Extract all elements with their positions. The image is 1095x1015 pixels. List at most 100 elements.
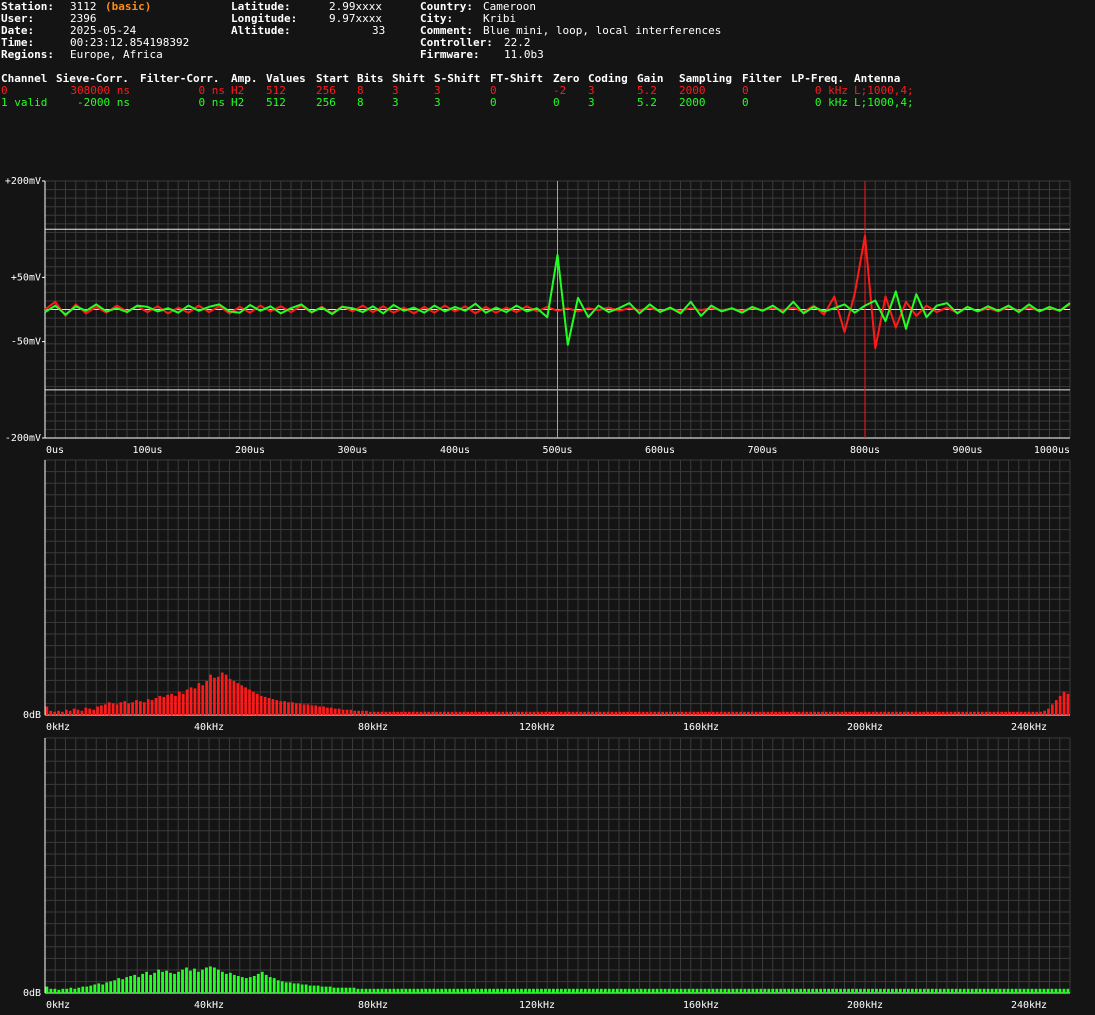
spectrum-channel-0-bar xyxy=(887,711,891,715)
spectrum-channel-1-bar xyxy=(264,974,268,993)
spectrum-channel-0-bar xyxy=(411,711,415,715)
spectrum-channel-0-x-tick-label: 200kHz xyxy=(847,722,883,733)
spectrum-channel-0-bar xyxy=(953,711,957,715)
spectrum-channel-1-bar xyxy=(575,988,579,994)
spectrum-channel-0-bar xyxy=(669,711,672,715)
spectrum-channel-0-bar xyxy=(1004,711,1007,715)
spectrum-channel-1-bar xyxy=(336,987,340,993)
spectrum-channel-0-bar xyxy=(899,711,902,715)
spectrum-channel-0-bar xyxy=(727,711,731,715)
spectrum-channel-0-bar xyxy=(57,710,60,716)
spectrum-channel-1-bar xyxy=(619,988,623,994)
spectrum-channel-1-bar xyxy=(508,988,511,994)
spectrum-channel-0-bar xyxy=(228,678,232,715)
spectrum-channel-1-bar xyxy=(193,968,196,993)
spectrum-channel-0-bar xyxy=(267,698,271,715)
spectrum-channel-0-x-tick-label: 0kHz xyxy=(46,722,70,733)
spectrum-channel-0-bar xyxy=(146,699,150,715)
spectrum-channel-0-bar xyxy=(789,711,793,715)
spectrum-channel-1-bar xyxy=(715,988,719,994)
spectrum-channel-0-bar xyxy=(649,711,653,715)
spectrum-channel-1-bar xyxy=(324,986,328,993)
spectrum-channel-1-bar xyxy=(65,988,69,994)
spectrum-channel-0-bar xyxy=(618,711,622,715)
spectrum-channel-0-bar xyxy=(103,704,107,715)
spectrum-channel-0-bar xyxy=(131,702,134,716)
spectrum-channel-1-bar xyxy=(89,985,93,993)
spectrum-channel-1-bar xyxy=(232,974,236,993)
spectrum-channel-1-bar xyxy=(308,985,312,993)
spectrum-channel-0-bar xyxy=(680,711,684,715)
spectrum-channel-0-bar xyxy=(201,685,205,716)
spectrum-channel-0-bar xyxy=(1012,711,1015,715)
spectrum-channel-0-bar xyxy=(782,711,785,715)
spectrum-channel-1-bar xyxy=(1002,988,1006,994)
spectrum-channel-1-bar xyxy=(711,988,715,994)
spectrum-channel-0-bar xyxy=(1031,711,1035,715)
spectrum-channel-0-bar xyxy=(509,711,512,715)
spectrum-channel-1-bar xyxy=(340,987,344,993)
spectrum-channel-1-bar xyxy=(922,988,926,994)
spectrum-channel-0-bar xyxy=(645,711,649,715)
spectrum-channel-0-bar xyxy=(337,708,341,715)
spectrum-channel-1-bar xyxy=(659,988,663,994)
spectrum-channel-1-y-label: 0dB xyxy=(23,988,41,999)
spectrum-channel-1-bar xyxy=(611,988,615,994)
spectrum-channel-0-bar xyxy=(610,711,614,715)
spectrum-channel-1-bar xyxy=(835,988,838,994)
spectrum-channel-1-bar xyxy=(767,988,771,994)
spectrum-channel-1-bar xyxy=(380,988,384,994)
spectrum-channel-1-bar xyxy=(276,980,280,994)
spectrum-channel-0-bar xyxy=(1043,710,1046,716)
spectrum-channel-0-bar xyxy=(1047,708,1050,715)
spectrum-channel-1-bar xyxy=(871,988,874,994)
spectrum-channel-1-bar xyxy=(109,981,113,993)
spectrum-channel-1-bar xyxy=(288,982,292,993)
spectrum-channel-1-bar xyxy=(248,977,252,993)
spectrum-channel-0-bar xyxy=(255,693,259,716)
spectrum-channel-0-bar xyxy=(150,700,154,715)
spectrum-channel-0-bar xyxy=(96,706,99,715)
spectrum-channel-0-x-tick-label: 160kHz xyxy=(683,722,719,733)
spectrum-channel-0-bar xyxy=(696,711,700,715)
spectrum-channel-1-bar xyxy=(320,986,324,993)
spectrum-channel-0-bar xyxy=(349,709,353,715)
spectrum-channel-1-bar xyxy=(77,987,81,993)
spectrum-channel-0-bar xyxy=(279,701,283,715)
spectrum-channel-0-bar xyxy=(244,687,247,715)
spectrum-channel-1-bar xyxy=(1022,988,1026,994)
y-tick-label: -50mV xyxy=(11,337,41,348)
spectrum-channel-0-bar xyxy=(178,691,181,715)
spectrum-channel-1-bar xyxy=(169,972,172,993)
spectrum-channel-0-bar xyxy=(76,709,80,715)
spectrum-channel-1-bar xyxy=(675,988,679,994)
spectrum-channel-1-bar xyxy=(344,987,348,993)
spectrum-channel-1-bar xyxy=(181,969,184,993)
spectrum-channel-1-bar xyxy=(679,988,683,994)
spectrum-channel-1-bar xyxy=(1046,988,1050,994)
spectrum-channel-1-bar xyxy=(472,988,476,994)
spectrum-channel-0-bar xyxy=(92,709,95,715)
spectrum-channel-1-bar xyxy=(213,967,216,993)
spectrum-channel-1-bar xyxy=(404,988,408,994)
spectrum-channel-0-bar xyxy=(770,711,774,715)
spectrum-channel-0-bar xyxy=(314,705,318,715)
x-tick-label: 900us xyxy=(952,445,982,456)
spectrum-channel-1-bar xyxy=(751,988,755,994)
spectrum-channel-1-bar xyxy=(53,988,57,994)
spectrum-channel-1-bar xyxy=(930,988,934,994)
spectrum-channel-1-bar xyxy=(607,988,611,994)
spectrum-channel-1-bar xyxy=(827,988,830,994)
spectrum-channel-1-bar xyxy=(224,973,228,993)
spectrum-channel-1-bar xyxy=(847,988,850,994)
spectrum-channel-1-bar xyxy=(149,974,152,993)
spectrum-channel-1-bar xyxy=(220,971,224,994)
spectrum-channel-1-bar xyxy=(719,988,723,994)
spectrum-channel-1-bar xyxy=(910,988,914,994)
spectrum-channel-0-bar xyxy=(501,711,505,715)
spectrum-channel-0-bar xyxy=(287,702,290,716)
spectrum-channel-1-bar xyxy=(328,986,332,993)
x-tick-label: 200us xyxy=(235,445,265,456)
spectrum-channel-1-bar xyxy=(1050,988,1054,994)
spectrum-channel-1-bar xyxy=(448,988,452,994)
